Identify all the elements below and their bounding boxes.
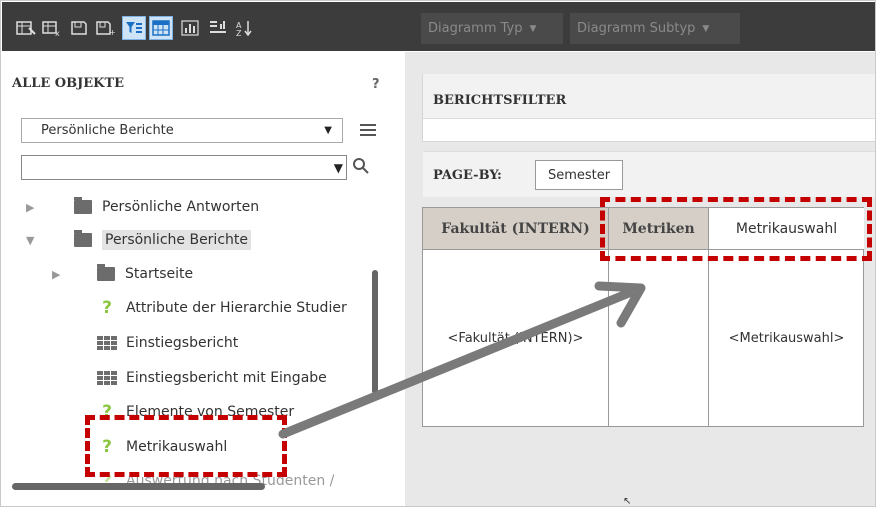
tree-item-folder[interactable]: ▶ Startseite [2,259,382,289]
folder-select-value: Persönliche Berichte [41,123,174,138]
svg-text:x: x [55,29,60,36]
tree-item-label: Persönliche Antworten [102,199,260,215]
chart-subtype-dropdown[interactable]: Diagramm Subtyp ▼ [570,13,740,44]
panel-title: ALLE OBJEKTE [12,76,125,91]
grid-graph-view-icon[interactable] [206,16,230,40]
report-filter-title: BERICHTSFILTER [433,93,567,108]
expand-arrow-icon[interactable]: ▶ [26,201,34,214]
mouse-cursor-icon: ↖ [623,496,632,507]
collapse-arrow-icon[interactable]: ▼ [26,234,34,247]
folder-icon [97,264,115,281]
filter-icon[interactable] [122,16,146,40]
page-by-attribute[interactable]: Semester [535,160,623,190]
expand-arrow-icon[interactable]: ▶ [52,268,60,281]
highlight-box-tree-item [85,415,287,477]
prompt-icon: ? [102,298,112,318]
folder-open-icon [74,230,92,247]
grid-options-icon[interactable] [14,16,38,40]
horizontal-scrollbar[interactable] [12,483,265,490]
tree-item-label: Startseite [125,266,194,282]
grid-view-icon[interactable] [149,16,173,40]
tree-item-report[interactable]: Einstiegsbericht [2,328,382,358]
tree-item-folder[interactable]: ▶ Persönliche Antworten [2,192,382,222]
grid-cell-metrics[interactable] [609,250,709,426]
chevron-down-icon: ▼ [324,125,332,136]
grid-header-faculty[interactable]: Fakultät (INTERN) [423,208,609,250]
folder-icon [74,197,92,214]
svg-text:+: + [109,28,115,36]
tree-item-label: Einstiegsbericht mit Eingabe [126,370,327,386]
tree-item-label: Persönliche Berichte [102,230,251,250]
chevron-down-icon[interactable]: ▼ [334,161,343,175]
grid-cell-metric-selection[interactable]: <Metrikauswahl> [709,250,864,426]
folder-select[interactable]: Persönliche Berichte ▼ [21,118,343,143]
chart-type-label: Diagramm Typ [428,21,523,36]
search-icon[interactable] [352,157,372,177]
page-by-label: PAGE-BY: [433,168,502,183]
chevron-down-icon: ▼ [702,23,710,34]
app-window: x + AZ Diagramm Typ ▼ Diagramm Subtyp [0,0,876,507]
highlight-box-grid-header [600,197,872,261]
clear-grid-icon[interactable]: x [40,16,64,40]
tree-item-report[interactable]: Einstiegsbericht mit Eingabe [2,363,382,393]
vertical-scrollbar[interactable] [372,270,378,394]
report-icon [97,336,117,350]
graph-view-icon[interactable] [178,16,202,40]
tree-item-prompt[interactable]: ? Attribute der Hierarchie Studier [2,293,382,323]
tree-item-label: Einstiegsbericht [126,335,239,351]
tree-item-folder[interactable]: ▼ Persönliche Berichte [2,225,382,255]
chevron-down-icon: ▼ [529,23,537,34]
chart-subtype-label: Diagramm Subtyp [577,21,696,36]
help-icon[interactable]: ? [372,77,380,92]
search-input[interactable]: ▼ [21,155,347,180]
save-as-icon[interactable]: + [93,16,117,40]
tree-item-label: Attribute der Hierarchie Studier [126,300,347,316]
svg-text:Z: Z [236,29,242,37]
toolbar: x + AZ Diagramm Typ ▼ Diagramm Subtyp [2,2,875,51]
list-view-icon[interactable] [360,121,376,139]
sort-icon[interactable]: AZ [232,16,256,40]
grid-cell-faculty[interactable]: <Fakultät (INTERN)> [423,250,609,426]
report-icon [97,371,117,385]
save-icon[interactable] [67,16,91,40]
chart-type-dropdown[interactable]: Diagramm Typ ▼ [421,13,563,44]
